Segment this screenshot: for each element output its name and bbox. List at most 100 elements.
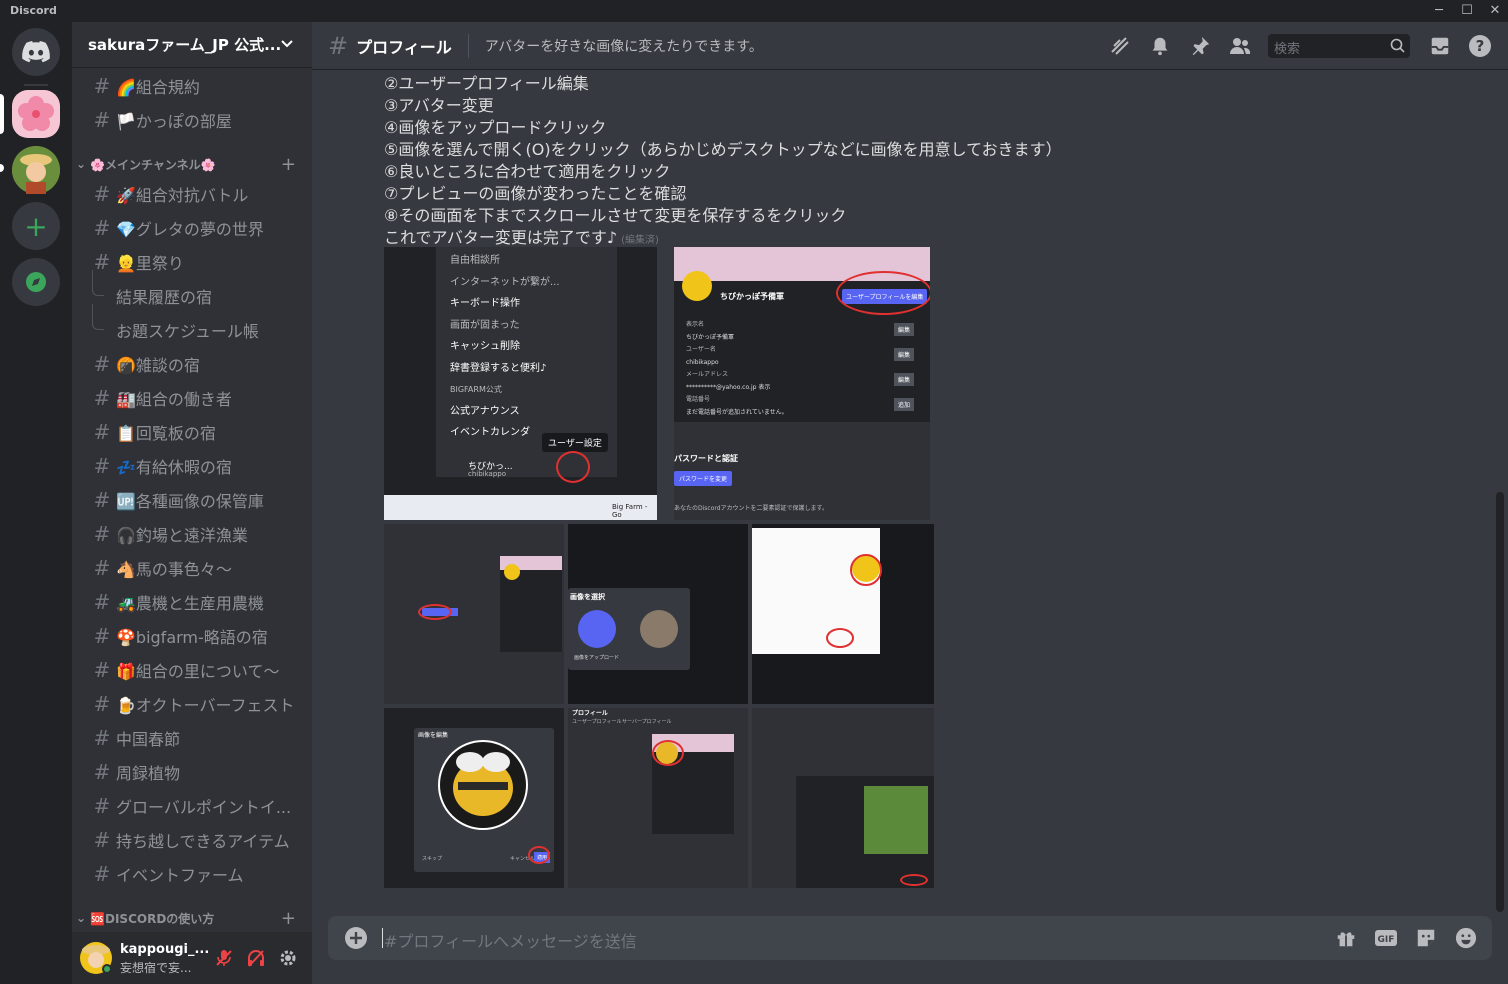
hash-icon: # <box>93 828 111 852</box>
server-list: + <box>0 22 72 984</box>
channel-topic[interactable]: アバターを好きな画像に変えたりできます。 <box>485 36 763 56</box>
attachment-image[interactable]: 画像を選択 画像をアップロード <box>568 524 748 704</box>
attachment-image[interactable] <box>752 708 934 888</box>
explore-servers-button[interactable] <box>12 258 60 306</box>
message-input[interactable]: #プロフィールへメッセージを送信 <box>384 928 637 952</box>
channel-item[interactable]: # 👱里祭り <box>80 246 304 278</box>
attachment-image[interactable]: 自由相談所 インターネットが繋が... キーボード操作 画面が固まった キャッシ… <box>384 247 657 520</box>
message-line: ③アバター変更 <box>384 96 494 115</box>
channel-item[interactable]: # 周録植物 <box>80 756 304 788</box>
channel-label: グローバルポイントイ... <box>116 798 292 817</box>
channel-item[interactable]: # 中国春節 <box>80 722 304 754</box>
channel-label: 🆙各種画像の保管庫 <box>116 492 264 511</box>
channel-item[interactable]: # 🎁組合の里について～ <box>80 654 304 686</box>
channel-item[interactable]: # 💤有給休暇の宿 <box>80 450 304 482</box>
screenshot-avatar <box>682 271 712 301</box>
mute-microphone-icon[interactable] <box>212 946 236 970</box>
field-edit-button: 編集 <box>894 348 915 361</box>
category-main[interactable]: ⌄ 🌸メインチャンネル🌸 + <box>76 152 308 176</box>
hash-icon: # <box>93 624 111 648</box>
thread-item[interactable]: 結果履歴の宿 <box>92 270 213 312</box>
add-attachment-icon[interactable] <box>344 926 368 950</box>
screenshot-upload-label: 画像をアップロード <box>574 655 620 661</box>
upload-image-icon <box>578 610 616 648</box>
channel-item[interactable]: # グローバルポイントイ... <box>80 790 304 822</box>
channel-item[interactable]: # 🍺オクトーバーフェスト <box>80 688 304 720</box>
edited-label: (編集済) <box>621 235 659 246</box>
guild-farmer[interactable] <box>12 146 60 194</box>
channel-item[interactable]: # イベントファーム <box>80 858 304 890</box>
plus-icon[interactable]: + <box>281 154 296 175</box>
maximize-button[interactable]: ☐ <box>1452 2 1482 20</box>
scrollbar[interactable] <box>1496 492 1504 912</box>
close-button[interactable]: ✕ <box>1480 2 1508 20</box>
channel-item[interactable]: # 📋回覧板の宿 <box>80 416 304 448</box>
plus-icon[interactable]: + <box>281 908 296 927</box>
attachment-image[interactable] <box>384 524 564 704</box>
channel-label: 🎧釣場と遠洋漁業 <box>116 526 248 545</box>
screenshot-fields: 表示名 ちびかっぽ予備軍 ユーザー名 chibikappo メールアドレス **… <box>686 319 918 419</box>
discord-logo-icon <box>22 41 50 63</box>
channel-item[interactable]: # 💎グレタの夢の世界 <box>80 212 304 244</box>
attachment-image[interactable]: ちびかっぽ予備軍 ユーザープロフィールを編集 表示名 ちびかっぽ予備軍 ユーザー… <box>674 247 930 520</box>
channel-item[interactable]: # 🎧釣場と遠洋漁業 <box>80 518 304 550</box>
search-input[interactable]: 検索 <box>1268 34 1410 58</box>
screenshot-channel: 辞書登録すると便利♪ <box>450 362 547 374</box>
channel-label: 💤有給休暇の宿 <box>116 458 232 477</box>
message-line: ⑧その画面を下までスクロールさせて変更を保存するをクリック <box>384 206 847 225</box>
add-server-button[interactable]: + <box>12 202 60 250</box>
attachment-image[interactable] <box>752 524 934 704</box>
attachment-image[interactable]: 画像を編集 スキップ キャンセル 適用 <box>384 708 564 888</box>
inbox-icon[interactable] <box>1428 34 1452 58</box>
thread-item[interactable]: お題スケジュール帳 <box>92 304 259 346</box>
channel-label: 🐴馬の事色々～ <box>116 560 232 579</box>
channel-item[interactable]: # 🐴馬の事色々～ <box>80 552 304 584</box>
channel-item[interactable]: # 持ち越しできるアイテム <box>80 824 304 856</box>
screenshot-preview-image <box>864 786 928 854</box>
server-header[interactable]: sakuraファーム_JP 公式... <box>72 22 312 68</box>
channel-item[interactable]: # 🍘雑談の宿 <box>80 348 304 380</box>
channel-item[interactable]: # 🚜農機と生産用農機 <box>80 586 304 618</box>
gear-icon[interactable] <box>276 946 300 970</box>
message-line: ⑤画像を選んで開く(O)をクリック（あらかじめデスクトップなどに画像を用意してお… <box>384 140 1062 159</box>
category-discord-howto[interactable]: ⌄ 🆘DISCORDの使い方 + <box>76 906 308 927</box>
guild-sakura-farm[interactable] <box>12 90 60 138</box>
channel-item[interactable]: # 🏭組合の働き者 <box>80 382 304 414</box>
gif-icon[interactable]: GIF <box>1374 926 1398 950</box>
pin-icon[interactable] <box>1188 34 1212 58</box>
home-button[interactable] <box>12 28 60 76</box>
member-list-icon[interactable] <box>1228 34 1252 58</box>
channel-item[interactable]: # 🚀組合対抗バトル <box>80 178 304 210</box>
channel-item[interactable]: # 🆙各種画像の保管庫 <box>80 484 304 516</box>
plus-icon: + <box>24 209 48 243</box>
bee-avatar-icon <box>656 742 678 764</box>
hash-icon: # <box>93 420 111 444</box>
server-name: sakuraファーム_JP 公式... <box>88 36 282 54</box>
screenshot-title: プロフィール <box>572 710 608 717</box>
emoji-icon[interactable] <box>1454 926 1478 950</box>
title-bar: Discord ─ ☐ ✕ <box>0 0 1508 22</box>
channel-item[interactable]: # 🌈組合規約 <box>80 70 304 102</box>
channel-item[interactable]: # 🍄bigfarm-略語の宿 <box>80 620 304 652</box>
skip-label: スキップ <box>422 856 443 862</box>
minimize-button[interactable]: ─ <box>1424 2 1454 20</box>
gif-icon <box>640 610 678 648</box>
attachment-image[interactable]: プロフィール ユーザープロフィール サーバープロフィール <box>568 708 748 888</box>
screenshot-userid: chibikappo <box>468 470 507 478</box>
screenshot-channel: キャッシュ削除 <box>450 341 520 352</box>
message-composer[interactable]: #プロフィールへメッセージを送信 GIF <box>328 916 1492 960</box>
screenshot-tab: サーバープロフィール <box>622 719 672 725</box>
highlight-circle <box>900 874 928 886</box>
sticker-icon[interactable] <box>1414 926 1438 950</box>
threads-icon[interactable] <box>1108 34 1132 58</box>
channel-label: 💎グレタの夢の世界 <box>116 220 264 239</box>
help-icon[interactable]: ? <box>1468 34 1492 58</box>
gift-icon[interactable] <box>1334 926 1358 950</box>
hash-icon: # <box>93 692 111 716</box>
field-edit-button: 編集 <box>894 323 915 336</box>
deafen-headphones-icon[interactable] <box>244 946 268 970</box>
message-line: ⑦プレビューの画像が変わったことを確認 <box>384 184 687 203</box>
thread-label: 結果履歴の宿 <box>116 288 213 307</box>
channel-item[interactable]: # 🏳️かっぽの部屋 <box>80 104 304 136</box>
bell-icon[interactable] <box>1148 34 1172 58</box>
